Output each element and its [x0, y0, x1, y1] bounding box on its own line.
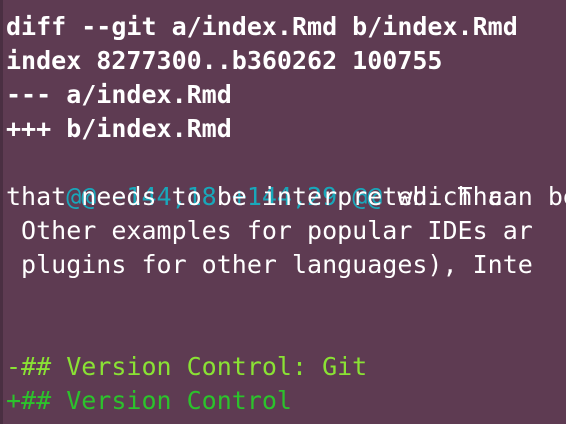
- context-line: that needs to be interpreted. Tha: [6, 182, 503, 211]
- removed-line: -## Version Control: Git: [6, 352, 368, 381]
- diff-new-file-line: +++ b/index.Rmd: [6, 114, 232, 143]
- context-line: Other examples for popular IDEs ar: [6, 216, 533, 245]
- terminal-window[interactable]: diff --git a/index.Rmd b/index.Rmd index…: [0, 0, 566, 424]
- diff-header-line: diff --git a/index.Rmd b/index.Rmd: [6, 12, 518, 41]
- diff-index-line: index 8277300..b360262 100755: [6, 46, 443, 75]
- diff-old-file-line: --- a/index.Rmd: [6, 80, 232, 109]
- diff-hunk-line: @@ -144,18 +144,29 @@ which can be: [6, 146, 566, 211]
- added-line: +## Version Control: [6, 386, 292, 415]
- context-line: plugins for other languages), Inte: [6, 250, 533, 279]
- terminal-left-edge: [0, 0, 3, 424]
